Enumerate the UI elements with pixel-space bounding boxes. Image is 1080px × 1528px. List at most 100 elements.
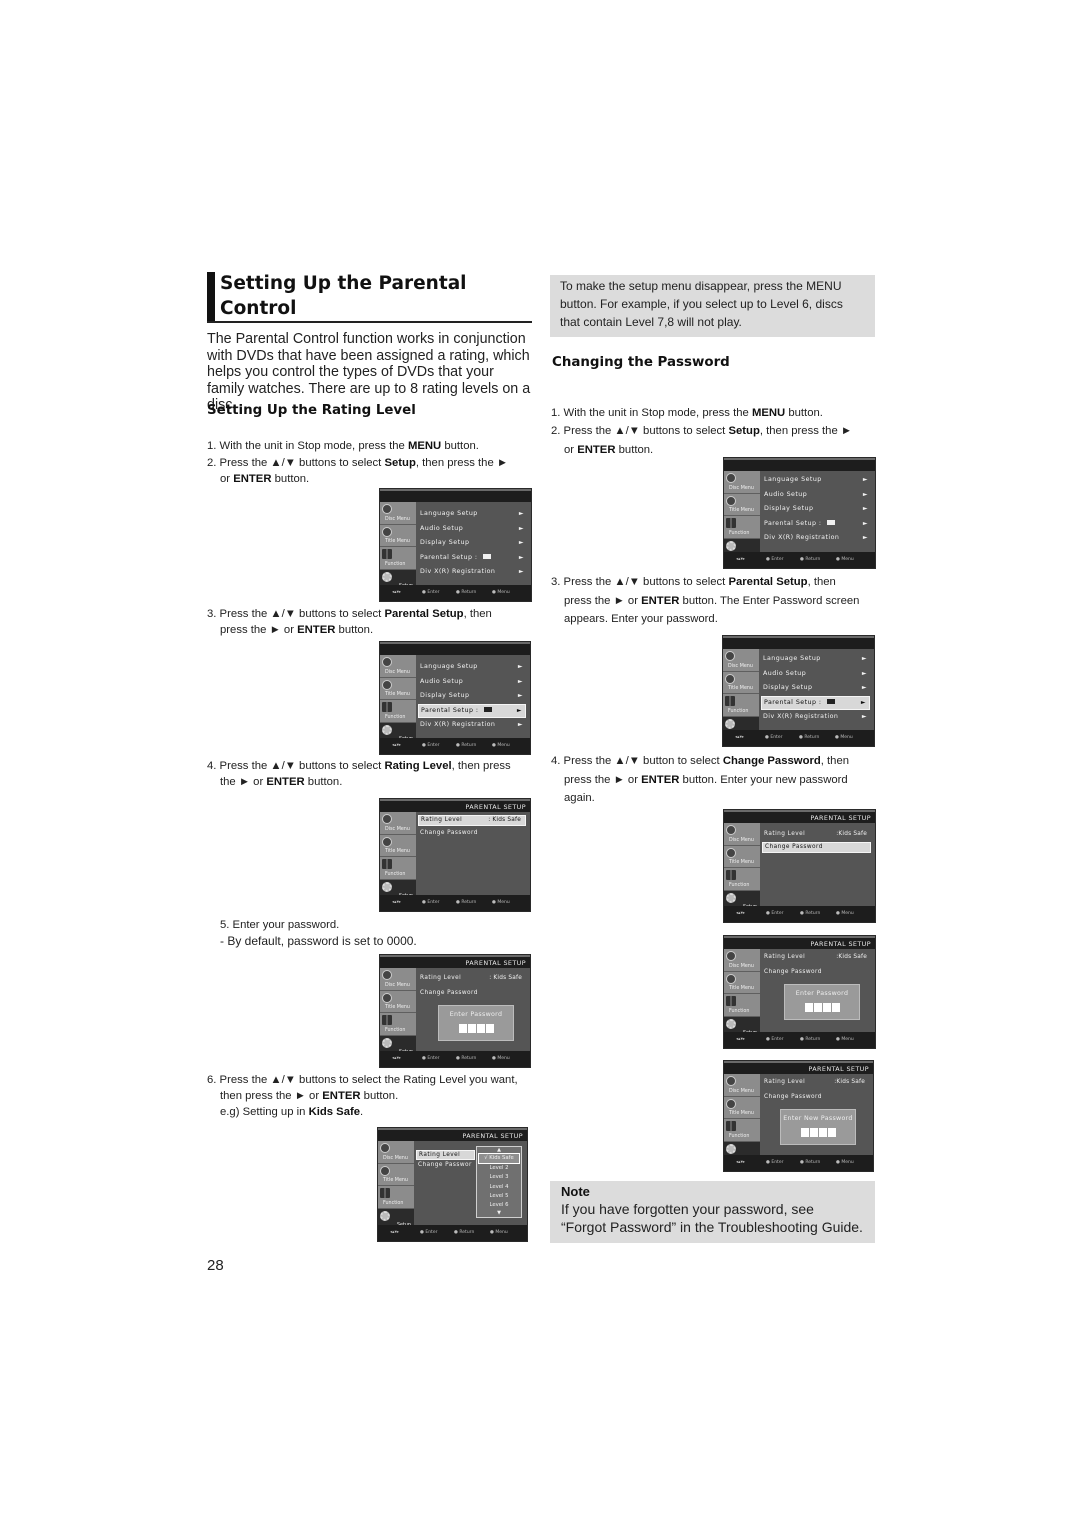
step-text: e.g) Setting up in (220, 1106, 309, 1119)
menu-hint: ● Menu (492, 590, 510, 595)
item-label: Audio Setup (764, 490, 808, 498)
osd-menu-items: Language Setup ► Audio Setup ► Display Set… (762, 473, 871, 546)
enter-hint: ● Enter (766, 1037, 784, 1042)
password-digit (827, 1128, 836, 1137)
disc-icon (725, 651, 735, 661)
scroll-down-icon[interactable]: ▼ (477, 1210, 521, 1216)
lock-icon (827, 520, 836, 526)
tab-label: Disc Menu (729, 963, 754, 969)
osd-enter-new-password: PARENTAL SETUP Disc Menu Title Menu Func… (723, 1060, 874, 1172)
tab-label: Function (729, 530, 750, 536)
disc-icon (382, 526, 392, 537)
item-label: Change Passwor (418, 1162, 472, 1168)
left-step-2: 2. Press the ▲/▼ buttons to select Setup… (207, 455, 537, 487)
step-text: 6. Press the ▲/▼ buttons to select the R… (207, 1074, 518, 1086)
disc-icon (725, 673, 735, 684)
arrow-right-icon: ► (517, 692, 523, 700)
option-kids-safe[interactable]: √ Kids Safe (478, 1153, 520, 1165)
arrow-right-icon: ► (518, 553, 524, 561)
item-label: Language Setup (420, 510, 478, 517)
tab-function: Function (724, 994, 760, 1017)
disc-icon (726, 1076, 736, 1086)
tab-title-menu: Title Menu (380, 677, 416, 700)
option-level-5[interactable]: Level 5 (477, 1192, 521, 1201)
note-line-1: If you have forgotten your password, see (561, 1201, 814, 1217)
item-label: Rating Level (421, 817, 463, 823)
item-label: Display Setup (420, 692, 470, 700)
password-digit (809, 1128, 818, 1137)
osd-parental-rating-selected: PARENTAL SETUP Disc Menu Title Menu Func… (379, 798, 531, 912)
option-level-6[interactable]: Level 6 (477, 1201, 521, 1210)
right-step-1: 1. With the unit in Stop mode, press the… (551, 405, 881, 421)
tab-title-menu: Title Menu (723, 671, 759, 694)
menu-item-change-password: Change Passwor (416, 1160, 475, 1170)
menu-item-audio: Audio Setup ► (762, 488, 871, 503)
menu-item-language: Language Setup ► (762, 473, 871, 488)
rating-level-dropdown[interactable]: ▲ √ Kids Safe Level 2 Level 3 Level 4 Le… (476, 1146, 522, 1218)
step-bold: Parental Setup (384, 608, 464, 620)
arrow-right-icon: ► (861, 655, 867, 662)
step-text: button. (615, 444, 654, 456)
tab-label: Function (383, 1200, 404, 1206)
tab-function: Function (380, 700, 416, 723)
option-level-3[interactable]: Level 3 (477, 1173, 521, 1182)
osd-footer: ◂▴▾▸ ● Enter ● Return ● Menu (724, 1155, 873, 1171)
item-label: Div X(R) Registration (420, 568, 496, 576)
disc-icon (726, 825, 736, 835)
tab-function: Function (378, 1186, 414, 1209)
item-label: Rating Level (764, 831, 806, 837)
step-bold: Setup (384, 457, 416, 469)
osd-menu-items: Rating Level:Kids Safe Change Password (762, 1075, 869, 1104)
item-label: Rating Level (419, 1152, 461, 1158)
gear-icon (726, 540, 736, 551)
osd-setup-menu: Disc Menu Title Menu Function Setup Lang… (379, 488, 532, 602)
title-divider (207, 321, 532, 323)
item-value: :Kids Safe (834, 1079, 865, 1085)
note-line-2: “Forgot Password” in the Troubleshooting… (561, 1219, 863, 1235)
grid-icon (382, 1015, 392, 1025)
tab-label: Title Menu (729, 1111, 754, 1116)
option-level-2[interactable]: Level 2 (477, 1164, 521, 1173)
nav-icon: ◂▴▾▸ (736, 1160, 746, 1165)
disc-icon (726, 473, 736, 483)
gear-icon (382, 571, 392, 582)
info-box: To make the setup menu disappear, press … (550, 275, 875, 337)
step-bold: ENTER (577, 444, 616, 456)
password-cells[interactable] (439, 1024, 513, 1035)
tab-label: Title Menu (383, 1178, 408, 1183)
menu-hint: ● Menu (490, 1230, 508, 1235)
menu-item-parental-selected: Parental Setup : ► (761, 695, 870, 711)
osd-menu-items: Rating Level:Kids Safe Change Password (762, 827, 871, 853)
osd-side-tabs: Disc Menu Title Menu Function Setup (380, 968, 416, 1058)
menu-hint: ● Menu (492, 900, 510, 905)
step-text: then press the ► or (220, 1090, 323, 1103)
tab-label: Function (385, 1027, 406, 1033)
menu-item-divx: Div X(R) Registration ► (762, 531, 871, 546)
grid-icon (382, 702, 392, 712)
osd-rating-dropdown: PARENTAL SETUP Disc Menu Title Menu Func… (377, 1127, 528, 1242)
gear-icon (382, 724, 392, 735)
option-level-4[interactable]: Level 4 (477, 1183, 521, 1192)
disc-icon (382, 657, 392, 667)
enter-hint: ● Enter (766, 1160, 784, 1165)
enter-hint: ● Enter (422, 743, 440, 748)
step-text: 3. Press the ▲/▼ buttons to select (551, 576, 729, 588)
nav-icon: ◂▴▾▸ (392, 590, 402, 595)
step-bold: ENTER (322, 1090, 361, 1103)
item-label: Audio Setup (763, 669, 807, 677)
page-title: Setting Up the Parental Control (220, 273, 467, 319)
disc-icon (726, 951, 736, 961)
enter-hint: ● Enter (422, 590, 440, 595)
disc-icon (382, 814, 392, 824)
disc-icon (726, 495, 736, 506)
password-cells[interactable] (785, 1003, 859, 1014)
dialog-label: Enter Password (795, 990, 849, 997)
lock-icon (483, 554, 492, 560)
step-text: . (360, 1106, 364, 1119)
step-text: 4. Press the ▲/▼ button to select (551, 755, 723, 767)
tab-disc-menu: Disc Menu (380, 655, 416, 678)
osd-menu-items: Rating Level:Kids Safe Change Password (762, 950, 871, 979)
nav-icon: ◂▴▾▸ (736, 557, 746, 562)
password-cells[interactable] (781, 1128, 855, 1139)
tab-label: Title Menu (385, 849, 410, 854)
